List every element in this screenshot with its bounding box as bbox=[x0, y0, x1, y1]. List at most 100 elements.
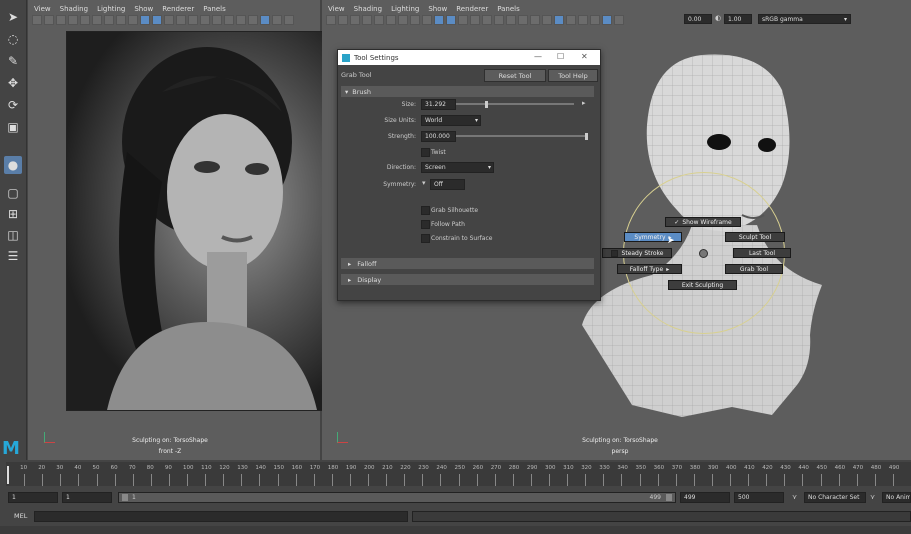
range-end-handle[interactable] bbox=[666, 494, 672, 501]
scale-tool-icon[interactable]: ▣ bbox=[4, 118, 22, 136]
ambient-occlusion-icon[interactable] bbox=[506, 15, 516, 25]
camera-icon[interactable] bbox=[32, 15, 42, 25]
gamma-field[interactable]: 1.00 bbox=[724, 14, 752, 24]
menu-lighting[interactable]: Lighting bbox=[391, 5, 419, 13]
current-frame-marker[interactable] bbox=[7, 466, 9, 484]
image-plane-icon[interactable] bbox=[350, 15, 360, 25]
xray-joints-icon[interactable] bbox=[284, 15, 294, 25]
maximize-icon[interactable]: ☐ bbox=[557, 52, 564, 61]
color-space-dropdown[interactable]: sRGB gamma ▾ bbox=[758, 14, 851, 24]
rotate-tool-icon[interactable]: ⟳ bbox=[4, 96, 22, 114]
character-set-dropdown[interactable]: No Character Set bbox=[804, 492, 866, 503]
paint-brush-icon[interactable]: ✎ bbox=[4, 52, 22, 70]
film-gate-icon[interactable] bbox=[374, 15, 384, 25]
end-time-field[interactable]: 500 bbox=[734, 492, 784, 503]
tool-settings-window[interactable]: Tool Settings — ☐ ✕ Grab Tool Reset Tool… bbox=[337, 49, 601, 301]
time-slider[interactable]: 10 20 30 40 50 60 70 80 90 100 110 120 130 140 150 160 1… bbox=[6, 462, 911, 486]
start-time-field[interactable]: 1 bbox=[8, 492, 58, 503]
strength-slider[interactable] bbox=[456, 135, 588, 137]
camera-icon[interactable] bbox=[326, 15, 336, 25]
menu-lighting[interactable]: Lighting bbox=[97, 5, 125, 13]
minimize-icon[interactable]: — bbox=[534, 52, 542, 61]
size-units-dropdown[interactable]: World ▾ bbox=[421, 115, 481, 126]
wireframe-icon[interactable] bbox=[140, 15, 150, 25]
anim-layer-dropdown[interactable]: No Anim L bbox=[882, 492, 911, 503]
exposure-field[interactable]: 0.00 bbox=[684, 14, 712, 24]
playback-start-field[interactable]: 1 bbox=[62, 492, 112, 503]
outliner-layout-icon[interactable]: ☰ bbox=[4, 247, 22, 265]
resolution-gate-icon[interactable] bbox=[386, 15, 396, 25]
menu-show[interactable]: Show bbox=[134, 5, 153, 13]
safe-action-icon[interactable] bbox=[422, 15, 432, 25]
range-start-handle[interactable] bbox=[122, 494, 128, 501]
menu-renderer[interactable]: Renderer bbox=[456, 5, 488, 13]
isolate-select-icon[interactable] bbox=[260, 15, 270, 25]
depth-of-field-icon[interactable] bbox=[542, 15, 552, 25]
default-material-icon[interactable] bbox=[458, 15, 468, 25]
symmetry-options-icon[interactable]: ▾ bbox=[422, 179, 426, 187]
sculpt-tool-icon[interactable]: ● bbox=[4, 156, 22, 174]
anti-alias-icon[interactable] bbox=[530, 15, 540, 25]
menu-panels[interactable]: Panels bbox=[203, 5, 226, 13]
menu-shading[interactable]: Shading bbox=[354, 5, 382, 13]
lights-icon[interactable] bbox=[482, 15, 492, 25]
isolate-select-icon[interactable] bbox=[554, 15, 564, 25]
size-slider-handle[interactable] bbox=[484, 101, 488, 108]
size-field[interactable]: 31.292 bbox=[421, 99, 456, 110]
single-pane-layout-icon[interactable]: ▢ bbox=[4, 184, 22, 202]
gate-mask-icon[interactable] bbox=[104, 15, 114, 25]
resolution-gate-icon[interactable] bbox=[92, 15, 102, 25]
select-arrow-icon[interactable]: ➤ bbox=[4, 8, 22, 26]
command-line-input[interactable] bbox=[34, 511, 408, 522]
exposure-icon[interactable] bbox=[614, 15, 624, 25]
film-gate-icon[interactable] bbox=[80, 15, 90, 25]
front-viewport[interactable]: View Shading Lighting Show Renderer Pane… bbox=[28, 0, 342, 460]
four-pane-layout-icon[interactable]: ⊞ bbox=[4, 205, 22, 223]
image-plane-icon[interactable] bbox=[56, 15, 66, 25]
twist-checkbox[interactable] bbox=[421, 148, 430, 157]
bookmark-icon[interactable] bbox=[44, 15, 54, 25]
menu-view[interactable]: View bbox=[328, 5, 345, 13]
symmetry-dropdown[interactable]: Off bbox=[430, 179, 465, 190]
character-set-icon[interactable]: ⋎ bbox=[792, 493, 797, 501]
menu-shading[interactable]: Shading bbox=[60, 5, 88, 13]
menu-renderer[interactable]: Renderer bbox=[162, 5, 194, 13]
field-chart-icon[interactable] bbox=[116, 15, 126, 25]
direction-dropdown[interactable]: Screen ▾ bbox=[421, 162, 494, 173]
mm-show-wireframe[interactable]: ✓ Show Wireframe bbox=[665, 217, 741, 227]
shadows-icon[interactable] bbox=[200, 15, 210, 25]
grid-icon[interactable] bbox=[362, 15, 372, 25]
default-material-icon[interactable] bbox=[164, 15, 174, 25]
size-slider[interactable] bbox=[456, 103, 574, 105]
strength-slider-handle[interactable] bbox=[585, 133, 588, 140]
textured-icon[interactable] bbox=[470, 15, 480, 25]
xray-icon[interactable] bbox=[272, 15, 282, 25]
safe-action-icon[interactable] bbox=[128, 15, 138, 25]
falloff-section-header[interactable]: ▸ Falloff bbox=[341, 258, 594, 269]
shadows-icon[interactable] bbox=[494, 15, 504, 25]
mm-steady-stroke[interactable]: Steady Stroke bbox=[602, 248, 672, 258]
menu-view[interactable]: View bbox=[34, 5, 51, 13]
move-tool-icon[interactable]: ✥ bbox=[4, 74, 22, 92]
reset-tool-button[interactable]: Reset Tool bbox=[484, 69, 546, 82]
field-chart-icon[interactable] bbox=[410, 15, 420, 25]
mm-grab-tool[interactable]: Grab Tool bbox=[725, 264, 783, 274]
lights-icon[interactable] bbox=[188, 15, 198, 25]
motion-blur-icon[interactable] bbox=[518, 15, 528, 25]
wireframe-icon[interactable] bbox=[434, 15, 444, 25]
close-icon[interactable]: ✕ bbox=[581, 52, 588, 61]
menu-show[interactable]: Show bbox=[428, 5, 447, 13]
gate-mask-icon[interactable] bbox=[398, 15, 408, 25]
motion-blur-icon[interactable] bbox=[224, 15, 234, 25]
hud-toggle-icon[interactable] bbox=[602, 15, 612, 25]
xray-joints-icon[interactable] bbox=[578, 15, 588, 25]
mm-falloff-type[interactable]: Falloff Type ▸ bbox=[617, 264, 682, 274]
range-slider[interactable]: 1 499 bbox=[118, 492, 676, 503]
display-section-header[interactable]: ▸ Display bbox=[341, 274, 594, 285]
mm-last-tool[interactable]: Last Tool bbox=[733, 248, 791, 258]
ambient-occlusion-icon[interactable] bbox=[212, 15, 222, 25]
bookmark-icon[interactable] bbox=[338, 15, 348, 25]
xray-components-icon[interactable] bbox=[590, 15, 600, 25]
lasso-icon[interactable]: ◌ bbox=[4, 30, 22, 48]
mm-exit-sculpting[interactable]: Exit Sculpting bbox=[668, 280, 737, 290]
